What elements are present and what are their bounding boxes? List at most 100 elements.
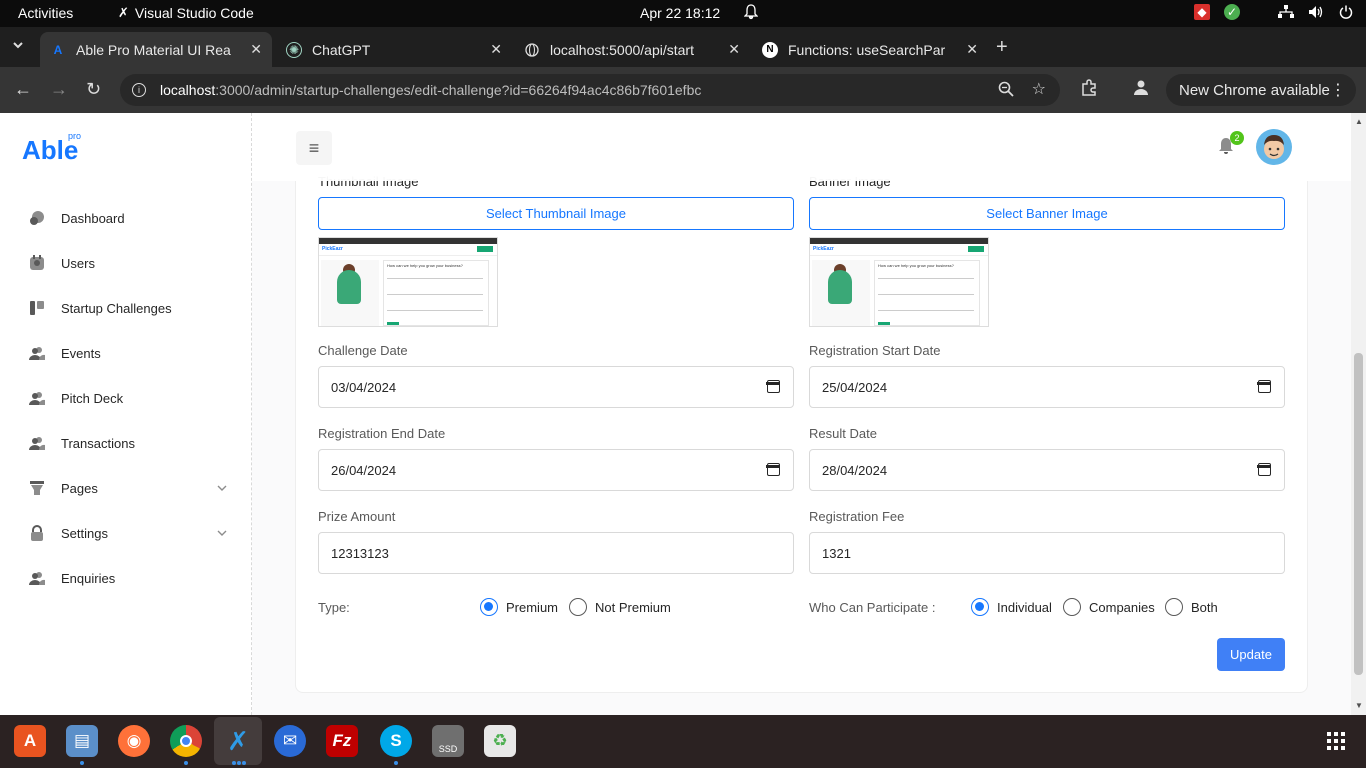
type-not-premium-radio[interactable]: Not Premium bbox=[569, 598, 671, 616]
sidebar-item-dashboard[interactable]: Dashboard bbox=[0, 198, 251, 238]
type-premium-radio[interactable]: Premium bbox=[480, 598, 558, 616]
sidebar-item-pitch-deck[interactable]: Pitch Deck bbox=[0, 378, 251, 418]
tab-search-icon[interactable] bbox=[12, 39, 24, 54]
registration-fee-value: 1321 bbox=[822, 545, 851, 561]
ssd-drive-icon[interactable]: SSD bbox=[432, 725, 464, 757]
profile-icon[interactable] bbox=[1133, 79, 1149, 100]
calendar-icon[interactable] bbox=[1257, 380, 1271, 393]
sidebar-item-pages[interactable]: Pages bbox=[0, 468, 251, 508]
reload-button[interactable]: ↻ bbox=[86, 79, 101, 99]
chevron-down-icon[interactable] bbox=[217, 527, 227, 539]
close-tab-icon[interactable]: ✕ bbox=[728, 41, 740, 58]
tab-title: localhost:5000/api/start bbox=[550, 41, 694, 58]
participate-both-radio[interactable]: Both bbox=[1165, 598, 1218, 616]
app-center-icon[interactable]: A bbox=[14, 725, 46, 757]
bookmark-star-icon[interactable]: ☆ bbox=[1032, 79, 1046, 99]
sidebar: Able pro Dashboard Users Startup Challen… bbox=[0, 113, 252, 715]
update-button[interactable]: Update bbox=[1217, 638, 1285, 671]
select-thumbnail-image-button[interactable]: Select Thumbnail Image bbox=[318, 197, 794, 230]
prize-amount-input[interactable]: 12313123 bbox=[318, 532, 794, 574]
radio-unchecked-icon[interactable] bbox=[569, 598, 587, 616]
calendar-icon[interactable] bbox=[766, 380, 780, 393]
scrollbar-thumb[interactable] bbox=[1354, 353, 1363, 675]
sidebar-item-startup-challenges[interactable]: Startup Challenges bbox=[0, 288, 251, 328]
tab-able-pro[interactable]: A Able Pro Material UI Rea ✕ bbox=[40, 32, 272, 67]
thunderbird-icon[interactable]: ✉ bbox=[274, 725, 306, 757]
registration-end-date-input[interactable]: 26/04/2024 bbox=[318, 449, 794, 491]
power-icon[interactable] bbox=[1338, 4, 1354, 20]
filezilla-icon[interactable]: Fz bbox=[326, 725, 358, 757]
radio-label: Not Premium bbox=[595, 599, 671, 615]
scroll-down-icon[interactable]: ▼ bbox=[1355, 701, 1363, 710]
calendar-icon[interactable] bbox=[766, 463, 780, 476]
skype-icon[interactable]: S bbox=[380, 725, 412, 757]
anydesk-icon[interactable]: ◆ bbox=[1194, 4, 1210, 20]
sidebar-item-label: Settings bbox=[61, 525, 108, 541]
system-tray: ◆ ✓ bbox=[1194, 4, 1354, 20]
settings-icon bbox=[28, 525, 46, 541]
radio-checked-icon[interactable] bbox=[971, 598, 989, 616]
close-tab-icon[interactable]: ✕ bbox=[250, 41, 262, 58]
tab-chatgpt[interactable]: ✺ ChatGPT ✕ bbox=[276, 32, 512, 67]
scroll-up-icon[interactable]: ▲ bbox=[1355, 117, 1363, 126]
zoom-icon[interactable] bbox=[998, 81, 1014, 100]
tab-nextjs-docs[interactable]: N Functions: useSearchPar ✕ bbox=[752, 32, 988, 67]
tab-title: Functions: useSearchPar bbox=[788, 41, 946, 58]
registration-start-date-input[interactable]: 25/04/2024 bbox=[809, 366, 1285, 408]
radio-checked-icon[interactable] bbox=[480, 598, 498, 616]
radio-unchecked-icon[interactable] bbox=[1165, 598, 1183, 616]
chrome-icon[interactable] bbox=[170, 725, 202, 757]
ubuntu-dock: A ▤ ◉ ✗ ✉ Fz S SSD ♻ bbox=[0, 715, 1366, 768]
tab-localhost-api[interactable]: localhost:5000/api/start ✕ bbox=[514, 32, 750, 67]
radio-unchecked-icon[interactable] bbox=[1063, 598, 1081, 616]
sidebar-item-events[interactable]: Events bbox=[0, 333, 251, 373]
participate-individual-radio[interactable]: Individual bbox=[971, 598, 1052, 616]
site-info-icon[interactable]: i bbox=[132, 83, 146, 97]
preview-brand: PickEazr bbox=[813, 246, 834, 252]
sidebar-item-enquiries[interactable]: Enquiries bbox=[0, 558, 251, 598]
calendar-icon[interactable] bbox=[1257, 463, 1271, 476]
select-banner-image-button[interactable]: Select Banner Image bbox=[809, 197, 1285, 230]
extensions-icon[interactable] bbox=[1080, 79, 1098, 102]
update-label: New Chrome available bbox=[1179, 81, 1330, 99]
close-tab-icon[interactable]: ✕ bbox=[966, 41, 978, 58]
able-pro-logo[interactable]: Able pro bbox=[22, 131, 81, 166]
app-grid-icon[interactable] bbox=[1320, 725, 1352, 757]
page-scrollbar[interactable]: ▲ ▼ bbox=[1351, 113, 1366, 715]
events-icon bbox=[28, 345, 46, 361]
sidebar-item-settings[interactable]: Settings bbox=[0, 513, 251, 553]
firefox-icon[interactable]: ◉ bbox=[118, 725, 150, 757]
network-icon[interactable] bbox=[1278, 4, 1294, 20]
type-label: Type: bbox=[318, 600, 350, 615]
user-avatar[interactable] bbox=[1256, 129, 1292, 165]
forward-button[interactable]: → bbox=[50, 79, 68, 99]
sidebar-item-transactions[interactable]: Transactions bbox=[0, 423, 251, 463]
kebab-menu-icon[interactable]: ⋮ bbox=[1330, 80, 1346, 100]
update-icon[interactable]: ✓ bbox=[1224, 4, 1240, 20]
who-can-participate-label: Who Can Participate : bbox=[809, 600, 936, 615]
registration-fee-input[interactable]: 1321 bbox=[809, 532, 1285, 574]
hamburger-menu-icon[interactable]: ≡ bbox=[296, 131, 332, 165]
chevron-down-icon[interactable] bbox=[217, 482, 227, 494]
active-app-menu[interactable]: ✗ Visual Studio Code bbox=[118, 5, 254, 21]
participate-companies-radio[interactable]: Companies bbox=[1063, 598, 1155, 616]
new-chrome-available-button[interactable]: New Chrome available ⋮ bbox=[1166, 74, 1356, 106]
result-date-input[interactable]: 28/04/2024 bbox=[809, 449, 1285, 491]
sidebar-item-label: Users bbox=[61, 255, 95, 271]
sidebar-item-users[interactable]: Users bbox=[0, 243, 251, 283]
notification-bell-icon[interactable] bbox=[743, 4, 759, 23]
globe-icon bbox=[524, 42, 540, 58]
files-icon[interactable]: ▤ bbox=[66, 725, 98, 757]
back-button[interactable]: ← bbox=[14, 79, 32, 99]
vscode-icon[interactable]: ✗ bbox=[214, 717, 262, 765]
challenge-date-input[interactable]: 03/04/2024 bbox=[318, 366, 794, 408]
new-tab-button[interactable]: + bbox=[996, 36, 1008, 59]
logo-sup: pro bbox=[68, 131, 82, 141]
volume-icon[interactable] bbox=[1308, 4, 1324, 20]
address-bar[interactable]: i localhost:3000/admin/startup-challenge… bbox=[120, 74, 1060, 106]
challenge-date-label: Challenge Date bbox=[318, 343, 408, 358]
activities-button[interactable]: Activities bbox=[18, 5, 73, 21]
system-clock[interactable]: Apr 22 18:12 bbox=[640, 5, 720, 21]
trash-icon[interactable]: ♻ bbox=[484, 725, 516, 757]
close-tab-icon[interactable]: ✕ bbox=[490, 41, 502, 58]
